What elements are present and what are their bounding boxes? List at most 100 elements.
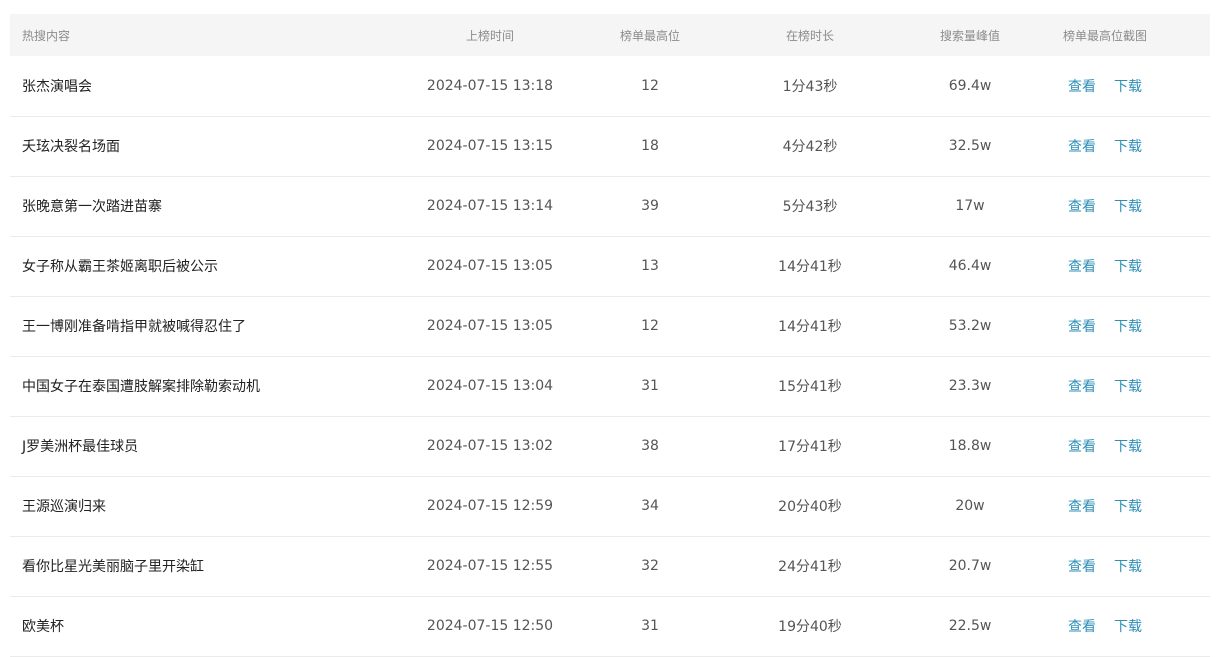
cell-duration: 14分41秒 <box>778 259 842 275</box>
cell-peak: 69.4w <box>948 77 992 94</box>
cell-peak: 22.5w <box>948 618 992 634</box>
cell-actions: 查看 下载 <box>1000 56 1210 116</box>
view-link[interactable]: 查看 <box>1068 436 1096 456</box>
cell-actions: 查看 下载 <box>1000 296 1210 356</box>
cell-actions: 查看 下载 <box>1000 236 1210 296</box>
cell-rank: 31 <box>641 378 659 394</box>
cell-peak: 23.3w <box>948 378 992 394</box>
cell-rank: 39 <box>641 198 659 214</box>
table-row: J罗美洲杯最佳球员 2024-07-15 13:02 38 17分41秒 18.8w 查看… <box>10 416 1210 476</box>
table-row: 张杰演唱会 2024-07-15 13:18 12 1分43秒 69.4w 查看 下载 <box>10 56 1210 116</box>
cell-duration: 15分41秒 <box>778 379 842 395</box>
table-row: 夭玹决裂名场面 2024-07-15 13:15 18 4分42秒 32.5w 查看 下载 <box>10 116 1210 176</box>
cell-actions: 查看 下载 <box>1000 176 1210 236</box>
cell-time: 2024-07-15 13:02 <box>426 438 554 454</box>
download-link[interactable]: 下载 <box>1114 136 1142 156</box>
cell-peak: 17w <box>955 198 985 214</box>
cell-rank: 12 <box>641 77 659 94</box>
cell-rank: 38 <box>641 438 659 454</box>
header-peak: 搜索量峰值 <box>940 28 1001 43</box>
cell-actions: 查看 下载 <box>1000 116 1210 176</box>
header-rank: 榜单最高位 <box>620 28 681 43</box>
cell-title: 看你比星光美丽脑子里开染缸 <box>22 559 204 575</box>
cell-actions: 查看 下载 <box>1000 596 1210 656</box>
cell-title: J罗美洲杯最佳球员 <box>22 439 139 455</box>
cell-actions: 查看 下载 <box>1000 416 1210 476</box>
header-screenshot: 榜单最高位截图 <box>1062 28 1147 43</box>
cell-title: 王源巡演归来 <box>22 499 106 515</box>
view-link[interactable]: 查看 <box>1068 616 1096 636</box>
cell-time: 2024-07-15 13:18 <box>426 77 554 94</box>
download-link[interactable]: 下载 <box>1114 436 1142 456</box>
table-row: 中国女子在泰国遭肢解案排除勒索动机 2024-07-15 13:04 31 15分41… <box>10 356 1210 416</box>
download-link[interactable]: 下载 <box>1114 376 1142 396</box>
view-link[interactable]: 查看 <box>1068 376 1096 396</box>
cell-title: 张杰演唱会 <box>22 78 92 95</box>
header-title: 热搜内容 <box>22 28 71 43</box>
cell-peak: 20.7w <box>948 558 992 574</box>
cell-rank: 31 <box>641 618 659 634</box>
cell-actions: 查看 下载 <box>1000 536 1210 596</box>
cell-time: 2024-07-15 13:04 <box>426 378 554 394</box>
cell-title: 张晚意第一次踏进苗寨 <box>22 199 162 215</box>
cell-title: 女子称从霸王茶姬离职后被公示 <box>22 259 218 275</box>
cell-duration: 19分40秒 <box>778 619 842 635</box>
cell-duration: 14分41秒 <box>778 319 842 335</box>
cell-rank: 32 <box>641 558 659 574</box>
view-link[interactable]: 查看 <box>1068 256 1096 276</box>
cell-time: 2024-07-15 13:05 <box>426 318 554 334</box>
table-row: 王一博刚准备啃指甲就被喊得忍住了 2024-07-15 13:05 12 14分41秒… <box>10 296 1210 356</box>
view-link[interactable]: 查看 <box>1068 496 1096 516</box>
cell-title: 夭玹决裂名场面 <box>22 139 120 155</box>
cell-duration: 5分43秒 <box>782 199 838 215</box>
download-link[interactable]: 下载 <box>1114 496 1142 516</box>
cell-rank: 34 <box>641 498 659 514</box>
download-link[interactable]: 下载 <box>1114 316 1142 336</box>
view-link[interactable]: 查看 <box>1068 196 1096 216</box>
view-link[interactable]: 查看 <box>1068 76 1096 96</box>
cell-peak: 18.8w <box>948 438 992 454</box>
table-header: 热搜内容 上榜时间 榜单最高位 在榜时长 搜索量峰值 榜单最高位截图 <box>10 14 1210 56</box>
cell-duration: 24分41秒 <box>778 559 842 575</box>
table-row: 王源巡演归来 2024-07-15 12:59 34 20分40秒 20w 查看 下载 <box>10 476 1210 536</box>
view-link[interactable]: 查看 <box>1068 556 1096 576</box>
cell-duration: 1分43秒 <box>782 78 838 95</box>
cell-duration: 20分40秒 <box>778 499 842 515</box>
cell-time: 2024-07-15 12:50 <box>426 618 554 634</box>
cell-actions: 查看 下载 <box>1000 476 1210 536</box>
header-duration: 在榜时长 <box>785 28 834 43</box>
table-row: 看你比星光美丽脑子里开染缸 2024-07-15 12:55 32 24分41秒 20.… <box>10 536 1210 596</box>
cell-peak: 32.5w <box>948 138 992 154</box>
view-link[interactable]: 查看 <box>1068 136 1096 156</box>
view-link[interactable]: 查看 <box>1068 316 1096 336</box>
table-body: 张杰演唱会 2024-07-15 13:18 12 1分43秒 69.4w 查看 下载 夭玹决… <box>10 56 1210 656</box>
cell-time: 2024-07-15 13:15 <box>426 138 554 154</box>
cell-actions: 查看 下载 <box>1000 356 1210 416</box>
cell-duration: 4分42秒 <box>782 139 838 155</box>
cell-title: 中国女子在泰国遭肢解案排除勒索动机 <box>22 379 260 395</box>
cell-duration: 17分41秒 <box>778 439 842 455</box>
cell-title: 王一博刚准备啃指甲就被喊得忍住了 <box>22 319 246 335</box>
table-header-row: 热搜内容 上榜时间 榜单最高位 在榜时长 搜索量峰值 榜单最高位截图 <box>10 14 1210 56</box>
cell-rank: 18 <box>641 138 659 154</box>
cell-rank: 13 <box>641 258 659 274</box>
cell-peak: 20w <box>955 498 985 514</box>
hot-search-table: 热搜内容 上榜时间 榜单最高位 在榜时长 搜索量峰值 榜单最高位截图 张杰演唱会… <box>10 14 1210 657</box>
cell-peak: 53.2w <box>948 318 992 334</box>
download-link[interactable]: 下载 <box>1114 616 1142 636</box>
download-link[interactable]: 下载 <box>1114 76 1142 96</box>
hot-search-table-container: 热搜内容 上榜时间 榜单最高位 在榜时长 搜索量峰值 榜单最高位截图 张杰演唱会… <box>10 14 1210 657</box>
cell-time: 2024-07-15 12:55 <box>426 558 554 574</box>
download-link[interactable]: 下载 <box>1114 196 1142 216</box>
cell-rank: 12 <box>641 318 659 334</box>
cell-time: 2024-07-15 12:59 <box>426 498 554 514</box>
table-row: 欧美杯 2024-07-15 12:50 31 19分40秒 22.5w 查看 下载 <box>10 596 1210 656</box>
table-row: 张晚意第一次踏进苗寨 2024-07-15 13:14 39 5分43秒 17w 查看 下载 <box>10 176 1210 236</box>
cell-title: 欧美杯 <box>22 619 64 635</box>
cell-peak: 46.4w <box>948 258 992 274</box>
download-link[interactable]: 下载 <box>1114 256 1142 276</box>
download-link[interactable]: 下载 <box>1114 556 1142 576</box>
header-time: 上榜时间 <box>465 28 514 43</box>
cell-time: 2024-07-15 13:14 <box>426 198 554 214</box>
cell-time: 2024-07-15 13:05 <box>426 258 554 274</box>
